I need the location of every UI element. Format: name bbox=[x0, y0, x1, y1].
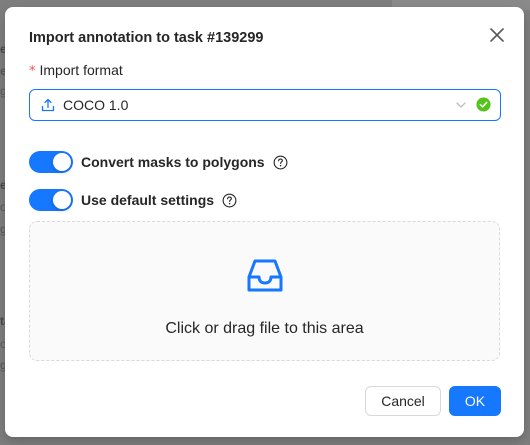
switch-knob bbox=[53, 191, 71, 209]
check-circle-icon bbox=[476, 97, 491, 112]
switch-knob bbox=[53, 153, 71, 171]
default-settings-row: Use default settings bbox=[29, 189, 237, 211]
ok-button[interactable]: OK bbox=[449, 386, 501, 416]
default-settings-label: Use default settings bbox=[81, 192, 215, 208]
default-settings-switch[interactable] bbox=[29, 189, 73, 211]
dropzone-text: Click or drag file to this area bbox=[165, 320, 364, 337]
chevron-down-icon bbox=[456, 102, 466, 108]
required-mark: * bbox=[29, 64, 36, 79]
inbox-icon bbox=[247, 259, 283, 292]
import-format-label-text: Import format bbox=[39, 62, 123, 78]
import-format-value: COCO 1.0 bbox=[63, 97, 129, 113]
close-icon bbox=[490, 28, 504, 42]
convert-masks-row: Convert masks to polygons bbox=[29, 151, 288, 173]
import-format-label: * Import format bbox=[29, 62, 123, 79]
import-format-select[interactable]: COCO 1.0 bbox=[29, 89, 501, 121]
convert-masks-label: Convert masks to polygons bbox=[81, 154, 265, 170]
import-annotation-dialog: Import annotation to task #139299 * Impor… bbox=[5, 7, 524, 437]
question-circle-icon[interactable] bbox=[273, 155, 288, 170]
dialog-title: Import annotation to task #139299 bbox=[29, 30, 264, 46]
close-button[interactable] bbox=[486, 24, 508, 46]
file-dropzone[interactable]: Click or drag file to this area bbox=[29, 221, 500, 361]
convert-masks-switch[interactable] bbox=[29, 151, 73, 173]
question-circle-icon[interactable] bbox=[222, 193, 237, 208]
cancel-button[interactable]: Cancel bbox=[365, 386, 441, 416]
upload-icon bbox=[41, 98, 55, 112]
